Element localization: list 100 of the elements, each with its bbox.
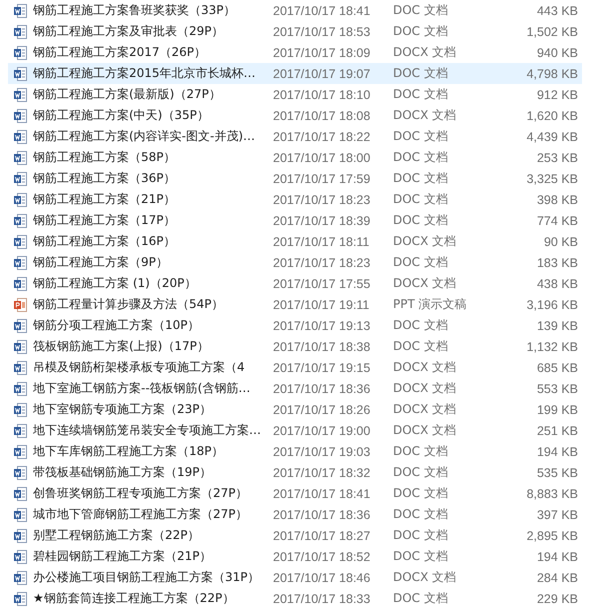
document-icon	[14, 592, 27, 606]
file-row[interactable]: 城市地下管廊钢筋工程施工方案（27P） 2017/10/17 18:36 DOC 文档 397 KB	[8, 504, 582, 525]
file-row[interactable]: 钢筋分项工程施工方案（10P） 2017/10/17 19:13 DOC 文档 139 KB	[8, 315, 582, 336]
presentation-icon	[14, 298, 27, 312]
file-name: 筏板钢筋施工方案(上报)（17P）	[33, 338, 210, 355]
file-row[interactable]: 钢筋工程施工方案（9P） 2017/10/17 18:23 DOC 文档 183 KB	[8, 252, 582, 273]
file-type: DOCX 文档	[393, 107, 458, 124]
file-size: 553 KB	[536, 382, 578, 396]
file-name: 钢筋工程施工方案(内容详实-图文-并茂)…	[33, 128, 256, 145]
file-row[interactable]: 钢筋工程施工方案2015年北京市长城杯… 2017/10/17 19:07 DOC 文档 4,798 KB	[8, 63, 582, 84]
file-size: 535 KB	[536, 466, 578, 480]
file-row[interactable]: 钢筋工程施工方案（21P） 2017/10/17 18:23 DOC 文档 398 KB	[8, 189, 582, 210]
document-icon	[14, 234, 27, 248]
file-size: 685 KB	[536, 360, 578, 374]
file-name: 创鲁班奖钢筋工程专项施工方案（27P）	[33, 485, 249, 502]
file-size: 912 KB	[536, 88, 578, 102]
file-size: 90 KB	[542, 234, 578, 248]
modified-date: 2017/10/17 18:10	[273, 88, 372, 102]
modified-date: 2017/10/17 19:13	[273, 318, 372, 332]
file-name: 吊模及钢筋桁架楼承板专项施工方案（4	[33, 359, 246, 376]
document-icon	[14, 130, 27, 144]
file-row[interactable]: 钢筋工程施工方案（58P） 2017/10/17 18:00 DOC 文档 253 KB	[8, 147, 582, 168]
file-type: DOC 文档	[393, 65, 449, 82]
file-type: DOC 文档	[393, 86, 449, 103]
file-row[interactable]: 地下室施工钢筋方案--筏板钢筋(含钢筋… 2017/10/17 18:36 DOCX 文档 553 KB	[8, 378, 582, 399]
modified-date: 2017/10/17 18:39	[273, 214, 372, 228]
file-size: 199 KB	[536, 402, 578, 416]
file-row[interactable]: 钢筋工程施工方案(中天)（35P） 2017/10/17 18:08 DOCX 文档 1,620 KB	[8, 105, 582, 126]
file-type: DOCX 文档	[393, 401, 458, 418]
file-type: DOC 文档	[393, 317, 449, 334]
file-size: 1,132 KB	[526, 340, 578, 354]
file-name: 碧桂园钢筋工程施工方案（21P）	[33, 548, 213, 565]
file-type: DOC 文档	[393, 23, 449, 40]
file-type: DOCX 文档	[393, 569, 458, 586]
modified-date: 2017/10/17 18:53	[273, 24, 372, 38]
file-row[interactable]: 地下室钢筋专项施工方案（23P） 2017/10/17 18:26 DOCX 文档 199 KB	[8, 399, 582, 420]
file-name: 钢筋工程施工方案（58P）	[33, 149, 177, 166]
file-name: 城市地下管廊钢筋工程施工方案（27P）	[33, 506, 249, 523]
file-name: 钢筋工程施工方案(中天)（35P）	[33, 107, 210, 124]
file-type: DOC 文档	[393, 149, 449, 166]
document-icon	[14, 508, 27, 522]
file-name: 地下室钢筋专项施工方案（23P）	[33, 401, 213, 418]
document-icon	[14, 24, 27, 38]
modified-date: 2017/10/17 18:41	[273, 486, 372, 500]
file-row[interactable]: 创鲁班奖钢筋工程专项施工方案（27P） 2017/10/17 18:41 DOC 文档 8,883 KB	[8, 483, 582, 504]
file-row[interactable]: 办公楼施工项目钢筋工程施工方案（31P） 2017/10/17 18:46 DOCX 文档 284 KB	[8, 567, 582, 588]
file-row[interactable]: 地下车库钢筋工程施工方案（18P） 2017/10/17 19:03 DOC 文档 194 KB	[8, 441, 582, 462]
document-icon	[14, 550, 27, 564]
file-row[interactable]: 钢筋工程施工方案 (1)（20P） 2017/10/17 17:55 DOCX 文档 438 KB	[8, 273, 582, 294]
file-name: 钢筋工程施工方案2017（26P）	[33, 44, 208, 61]
document-icon	[14, 4, 27, 18]
document-icon	[14, 486, 27, 500]
file-size: 251 KB	[536, 424, 578, 438]
modified-date: 2017/10/17 18:36	[273, 508, 372, 522]
file-type: DOC 文档	[393, 338, 449, 355]
file-row[interactable]: 钢筋工程施工方案（17P） 2017/10/17 18:39 DOC 文档 774 KB	[8, 210, 582, 231]
file-size: 940 KB	[536, 46, 578, 60]
file-name: 别墅工程钢筋施工方案（22P）	[33, 527, 201, 544]
file-type: DOC 文档	[393, 128, 449, 145]
file-row[interactable]: 钢筋工程施工方案及审批表（29P） 2017/10/17 18:53 DOC 文档 1,502 KB	[8, 21, 582, 42]
file-name: 钢筋工程施工方案（21P）	[33, 191, 177, 208]
document-icon	[14, 66, 27, 80]
file-size: 139 KB	[536, 318, 578, 332]
file-type: DOCX 文档	[393, 380, 458, 397]
modified-date: 2017/10/17 19:07	[273, 66, 372, 80]
modified-date: 2017/10/17 19:00	[273, 424, 372, 438]
file-row[interactable]: 碧桂园钢筋工程施工方案（21P） 2017/10/17 18:52 DOC 文档 194 KB	[8, 546, 582, 567]
document-icon	[14, 360, 27, 374]
file-size: 194 KB	[536, 444, 578, 458]
file-type: PPT 演示文稿	[393, 296, 468, 313]
file-row[interactable]: 钢筋工程施工方案(内容详实-图文-并茂)… 2017/10/17 18:22 DOC 文档 4,439 KB	[8, 126, 582, 147]
modified-date: 2017/10/17 17:55	[273, 276, 372, 290]
file-row[interactable]: 地下连续墙钢筋笼吊装安全专项施工方案… 2017/10/17 19:00 DOCX 文档 251 KB	[8, 420, 582, 441]
document-icon	[14, 340, 27, 354]
file-row[interactable]: 钢筋工程施工方案(最新版)（27P） 2017/10/17 18:10 DOC 文档 912 KB	[8, 84, 582, 105]
file-size: 8,883 KB	[526, 486, 578, 500]
file-row[interactable]: 筏板钢筋施工方案(上报)（17P） 2017/10/17 18:38 DOC 文档 1,132 KB	[8, 336, 582, 357]
file-row[interactable]: 钢筋工程施工方案鲁班奖获奖（33P） 2017/10/17 18:41 DOC 文档 443 KB	[8, 0, 582, 21]
document-icon	[14, 108, 27, 122]
document-icon	[14, 276, 27, 290]
file-type: DOCX 文档	[393, 359, 458, 376]
file-size: 398 KB	[536, 192, 578, 206]
document-icon	[14, 444, 27, 458]
file-name: 钢筋工程施工方案(最新版)（27P）	[33, 86, 222, 103]
modified-date: 2017/10/17 18:52	[273, 550, 372, 564]
document-icon	[14, 214, 27, 228]
file-row[interactable]: 钢筋工程施工方案（16P） 2017/10/17 18:11 DOCX 文档 90 KB	[8, 231, 582, 252]
file-name: 钢筋分项工程施工方案（10P）	[33, 317, 201, 334]
file-row[interactable]: 吊模及钢筋桁架楼承板专项施工方案（4 2017/10/17 19:15 DOCX 文档 685 KB	[8, 357, 582, 378]
document-icon	[14, 46, 27, 60]
file-row[interactable]: 带筏板基础钢筋施工方案（19P） 2017/10/17 18:32 DOC 文档 535 KB	[8, 462, 582, 483]
file-row[interactable]: 钢筋工程施工方案（36P） 2017/10/17 17:59 DOC 文档 3,325 KB	[8, 168, 582, 189]
file-type: DOC 文档	[393, 2, 449, 19]
modified-date: 2017/10/17 19:03	[273, 444, 372, 458]
modified-date: 2017/10/17 18:23	[273, 256, 372, 270]
file-row[interactable]: 别墅工程钢筋施工方案（22P） 2017/10/17 18:27 DOC 文档 2,895 KB	[8, 525, 582, 546]
file-type: DOCX 文档	[393, 275, 458, 292]
file-row[interactable]: ★钢筋套筒连接工程施工方案（22P） 2017/10/17 18:33 DOC 文档 229 KB	[8, 588, 582, 609]
file-row[interactable]: 钢筋工程量计算步骤及方法（54P） 2017/10/17 19:11 PPT 演示文稿 3,196 KB	[8, 294, 582, 315]
file-row[interactable]: 钢筋工程施工方案2017（26P） 2017/10/17 18:09 DOCX 文档 940 KB	[8, 42, 582, 63]
